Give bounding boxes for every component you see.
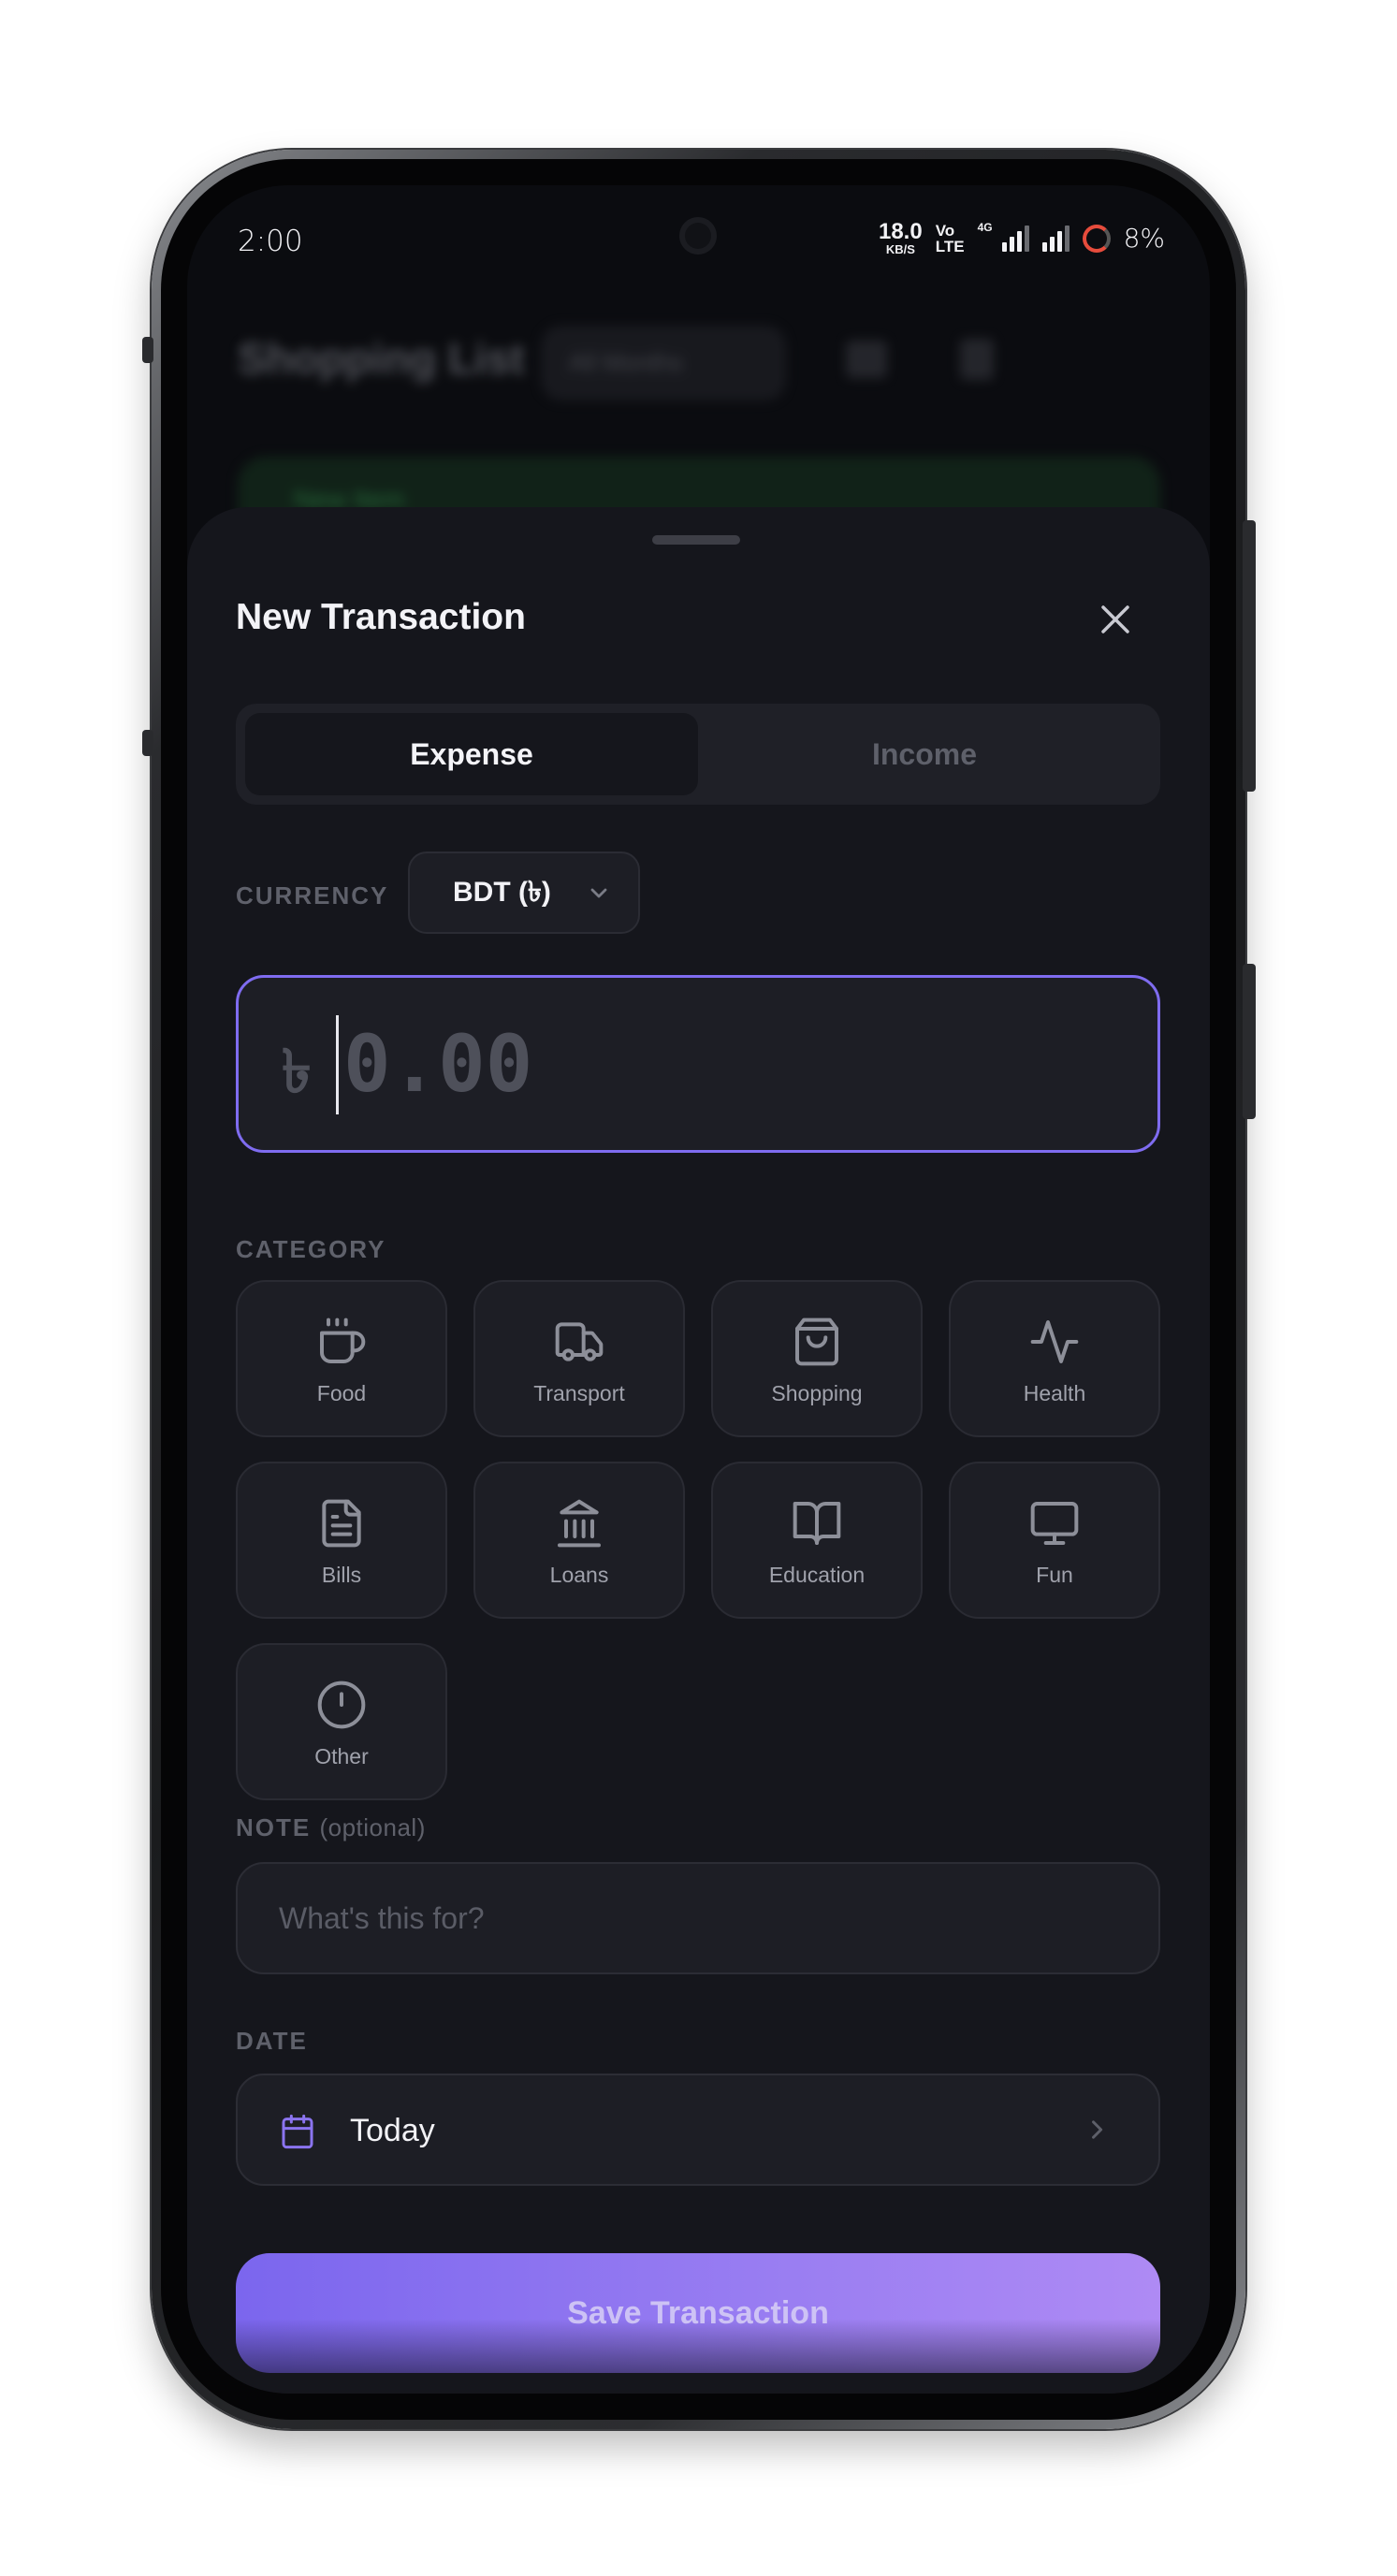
signal-strength-icon (1001, 225, 1029, 252)
network-speed-unit: KB/S (885, 242, 915, 256)
network-type: 4G (977, 221, 993, 234)
note-label-text: NOTE (236, 1813, 312, 1841)
status-time: 2:00 (238, 225, 303, 258)
status-indicators: 18.0 KB/S Vo LTE 4G 8% (878, 219, 1165, 256)
category-transport[interactable]: Transport (473, 1280, 685, 1437)
category-name: Transport (533, 1381, 625, 1405)
category-food[interactable]: Food (236, 1280, 447, 1437)
category-name: Food (316, 1381, 367, 1405)
expense-tab[interactable]: Expense (245, 713, 698, 795)
category-bills[interactable]: Bills (236, 1462, 447, 1619)
category-name: Education (768, 1563, 866, 1587)
new-transaction-sheet: New Transaction Expense Income CURRENCY … (187, 507, 1210, 2394)
amount-input[interactable] (343, 1011, 1092, 1116)
network-speed: 18.0 KB/S (878, 219, 923, 256)
category-loans[interactable]: Loans (473, 1462, 685, 1619)
volte-top: Vo (935, 221, 955, 240)
category-other[interactable]: Other (236, 1643, 447, 1800)
shopping-bag-icon (795, 1317, 838, 1366)
signal-strength-2-icon (1041, 225, 1070, 252)
left-side-button (142, 337, 153, 363)
truck-icon (555, 1322, 604, 1361)
activity-pulse-icon (1030, 1320, 1079, 1363)
category-name: Shopping (771, 1381, 863, 1405)
power-button (1243, 520, 1256, 792)
volte-bottom: LTE (935, 237, 965, 255)
note-input[interactable] (236, 1862, 1160, 1974)
front-camera (679, 217, 717, 255)
income-tab[interactable]: Income (698, 713, 1151, 795)
chevron-right-icon (1092, 2120, 1103, 2139)
category-name: Loans (549, 1563, 609, 1587)
save-transaction-label: Save Transaction (567, 2294, 829, 2331)
category-shopping[interactable]: Shopping (711, 1280, 923, 1437)
network-speed-value: 18.0 (878, 219, 923, 244)
category-name: Fun (1036, 1563, 1073, 1587)
category-education[interactable]: Education (711, 1462, 923, 1619)
sheet-drag-handle[interactable] (652, 535, 740, 545)
battery-percent: 8% (1123, 223, 1165, 254)
close-button[interactable] (1085, 589, 1145, 649)
status-bar: 2:00 18.0 KB/S Vo LTE 4G 8% (187, 185, 1210, 288)
note-label: NOTE (optional) (236, 1813, 426, 1842)
open-book-icon (793, 1502, 841, 1545)
alert-circle-icon (317, 1681, 366, 1729)
background-app-title: Shopping List (238, 334, 525, 383)
phone-screen: 2:00 18.0 KB/S Vo LTE 4G 8% Shopping Lis… (187, 185, 1210, 2394)
chevron-down-icon (590, 888, 607, 898)
currency-symbol: ৳ (282, 1038, 312, 1107)
transaction-type-toggle: Expense Income (236, 704, 1160, 805)
date-picker[interactable]: Today (236, 2074, 1160, 2186)
coffee-cup-icon (320, 1317, 366, 1363)
category-fun[interactable]: Fun (949, 1462, 1160, 1619)
category-name: Health (1023, 1381, 1086, 1405)
category-health[interactable]: Health (949, 1280, 1160, 1437)
document-icon (322, 1499, 361, 1548)
volume-button (1243, 964, 1256, 1119)
category-name: Bills (321, 1563, 362, 1587)
category-label: CATEGORY (236, 1235, 386, 1263)
amount-field[interactable]: ৳ (236, 975, 1160, 1153)
text-cursor (336, 1015, 339, 1114)
calendar-icon (282, 2114, 313, 2149)
bank-icon (558, 1499, 601, 1548)
date-value: Today (350, 2113, 435, 2148)
volte-indicator: Vo LTE (936, 223, 965, 255)
note-optional-hint: (optional) (319, 1813, 426, 1841)
category-name: Other (314, 1744, 369, 1768)
left-side-button-2 (142, 730, 153, 756)
currency-dropdown[interactable]: BDT (৳) (408, 851, 640, 934)
close-icon (1101, 605, 1129, 633)
battery-icon (1082, 224, 1111, 253)
monitor-icon (1030, 1502, 1079, 1545)
currency-value: BDT (৳) (453, 876, 551, 908)
date-label: DATE (236, 2027, 308, 2055)
background-trash-icon (960, 339, 994, 380)
background-filter-chip: All Months (541, 326, 786, 400)
save-transaction-button[interactable]: Save Transaction (236, 2253, 1160, 2373)
category-grid: Food Transport Shopping Health Bills Loa… (236, 1280, 1160, 1800)
sheet-title: New Transaction (236, 597, 526, 637)
currency-label: CURRENCY (236, 881, 389, 910)
background-list-icon (846, 341, 887, 378)
